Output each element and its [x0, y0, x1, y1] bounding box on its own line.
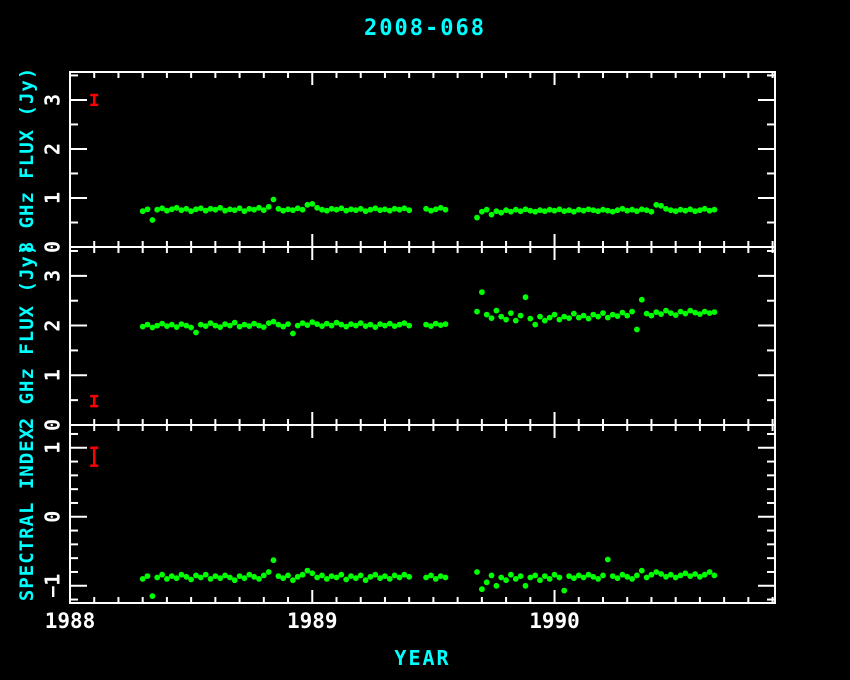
svg-text:0: 0 — [41, 419, 65, 431]
svg-text:0: 0 — [41, 511, 65, 523]
flux-plot-svg: 0 1 2 3 0 1 2 3 −1 0 1 1988 1989 1990 — [0, 0, 850, 680]
svg-text:3: 3 — [41, 94, 65, 106]
svg-text:2: 2 — [41, 143, 65, 155]
svg-text:0: 0 — [41, 241, 65, 253]
svg-text:1: 1 — [41, 369, 65, 381]
svg-text:−1: −1 — [41, 574, 65, 598]
x-axis-title: YEAR — [0, 646, 845, 670]
light-curve-chart: 2008-068 8 GHz FLUX (Jy) 2 GHz FLUX (Jy)… — [0, 0, 850, 680]
svg-text:1: 1 — [41, 442, 65, 454]
svg-text:1989: 1989 — [287, 609, 338, 633]
svg-text:2: 2 — [41, 320, 65, 332]
svg-text:1: 1 — [41, 192, 65, 204]
svg-text:1988: 1988 — [45, 609, 96, 633]
svg-text:3: 3 — [41, 270, 65, 282]
svg-text:1990: 1990 — [529, 609, 580, 633]
